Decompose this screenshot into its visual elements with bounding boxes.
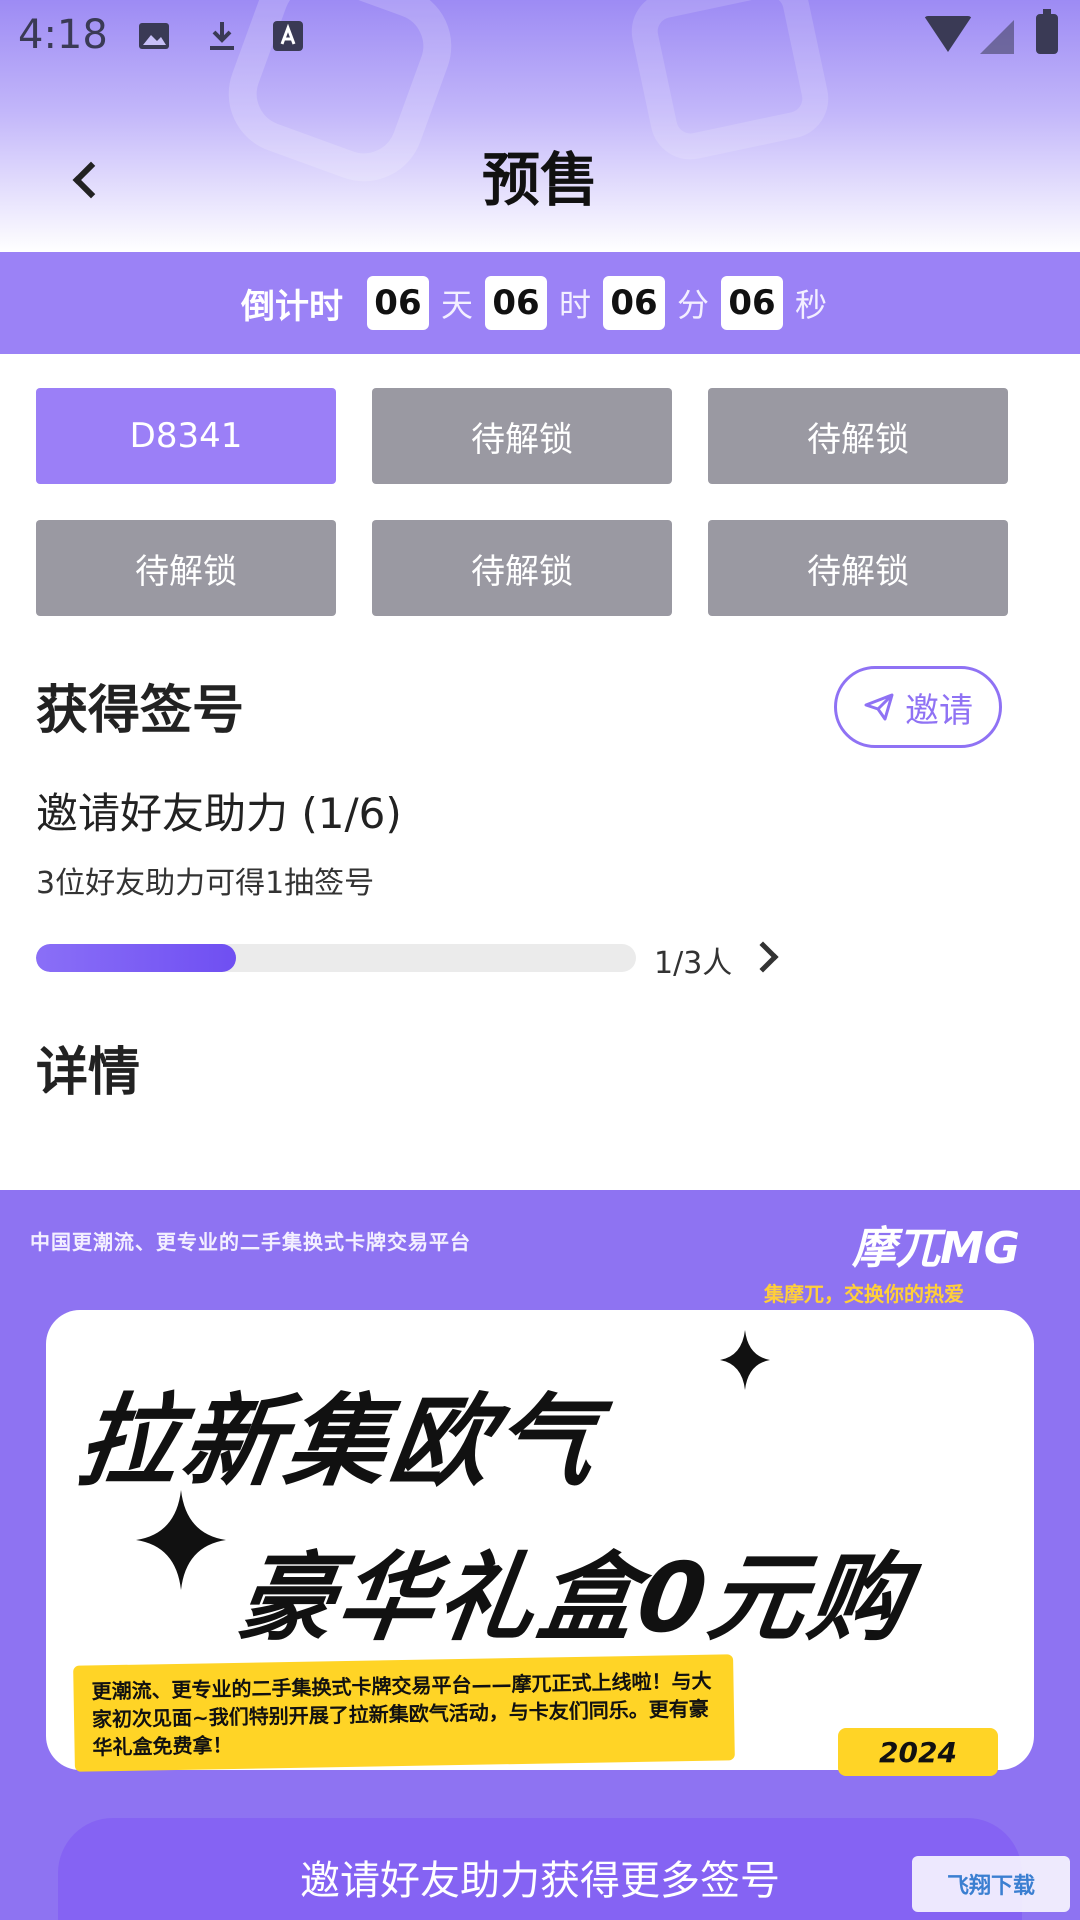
slot-locked[interactable]: 待解锁 <box>708 388 1008 484</box>
slot-locked[interactable]: 待解锁 <box>708 520 1008 616</box>
number-slots: D8341 待解锁 待解锁 待解锁 待解锁 待解锁 <box>36 388 1046 616</box>
status-bar: 4:18 <box>0 0 1080 72</box>
slot-unlocked[interactable]: D8341 <box>36 388 336 484</box>
countdown-seconds: 06 <box>721 276 784 330</box>
chevron-left-icon <box>72 161 110 199</box>
paper-plane-icon <box>864 693 894 721</box>
invite-more-label: 邀请好友助力获得更多签号 <box>300 1858 780 1904</box>
countdown-label: 倒计时 <box>240 286 343 327</box>
banner-subtitle: 中国更潮流、更专业的二手集换式卡牌交易平台 <box>30 1230 471 1254</box>
invite-button[interactable]: 邀请 <box>834 666 1002 748</box>
banner-slogan: 集摩兀，交换你的热爱 <box>764 1282 964 1306</box>
invite-more-button[interactable]: 邀请好友助力获得更多签号 <box>58 1818 1022 1920</box>
sparkle-icon <box>136 1490 226 1590</box>
countdown-minutes: 06 <box>603 276 665 330</box>
download-icon <box>210 22 234 50</box>
slot-locked[interactable]: 待解锁 <box>372 388 672 484</box>
page-title: 预售 <box>481 146 598 214</box>
watermark-logo: 飞翔下载 <box>912 1856 1070 1912</box>
countdown-hours-unit: 时 <box>558 286 591 324</box>
details-title: 详情 <box>36 1043 141 1103</box>
countdown-hours: 06 <box>484 276 547 330</box>
banner-logo: 摩兀MG <box>852 1223 1020 1274</box>
banner-note: 更潮流、更专业的二手集换式卡牌交易平台——摩兀正式上线啦！与大家初次见面~我们特… <box>73 1654 735 1772</box>
slot-locked[interactable]: 待解锁 <box>36 520 336 616</box>
sparkle-icon <box>720 1330 770 1390</box>
countdown-seconds-unit: 秒 <box>795 286 828 324</box>
progress-fill <box>36 944 236 972</box>
battery-icon <box>1036 9 1058 54</box>
chevron-right-icon[interactable] <box>747 941 779 973</box>
wifi-icon <box>924 16 972 52</box>
countdown-minutes-unit: 分 <box>677 286 710 324</box>
slot-locked[interactable]: 待解锁 <box>372 520 672 616</box>
signal-icon <box>980 20 1014 54</box>
countdown-bar: 倒计时 06 天 06 时 06 分 06 秒 <box>0 252 1080 354</box>
app-header: 预售 <box>0 140 1080 220</box>
image-icon <box>139 23 169 49</box>
font-icon <box>273 21 303 51</box>
back-button[interactable] <box>56 150 116 210</box>
banner-year: 2024 <box>838 1728 998 1776</box>
invite-label: 邀请 <box>905 690 973 731</box>
progress-bar <box>36 944 636 972</box>
countdown-days: 06 <box>366 276 429 330</box>
promo-banner: 中国更潮流、更专业的二手集换式卡牌交易平台 摩兀MG 集摩兀，交换你的热爱 拉新… <box>0 1190 1080 1920</box>
countdown-days-unit: 天 <box>440 286 473 324</box>
progress-text[interactable]: 1/3人 <box>654 938 732 982</box>
task-title: 邀请好友助力 (1/6) <box>36 789 402 838</box>
banner-headline-1: 拉新集欧气 <box>70 1383 607 1500</box>
banner-headline-2: 豪华礼盒0元购 <box>230 1542 918 1654</box>
status-time: 4:18 <box>18 12 108 58</box>
task-description: 3位好友助力可得1抽签号 <box>36 866 375 901</box>
get-number-title: 获得签号 <box>36 681 245 741</box>
